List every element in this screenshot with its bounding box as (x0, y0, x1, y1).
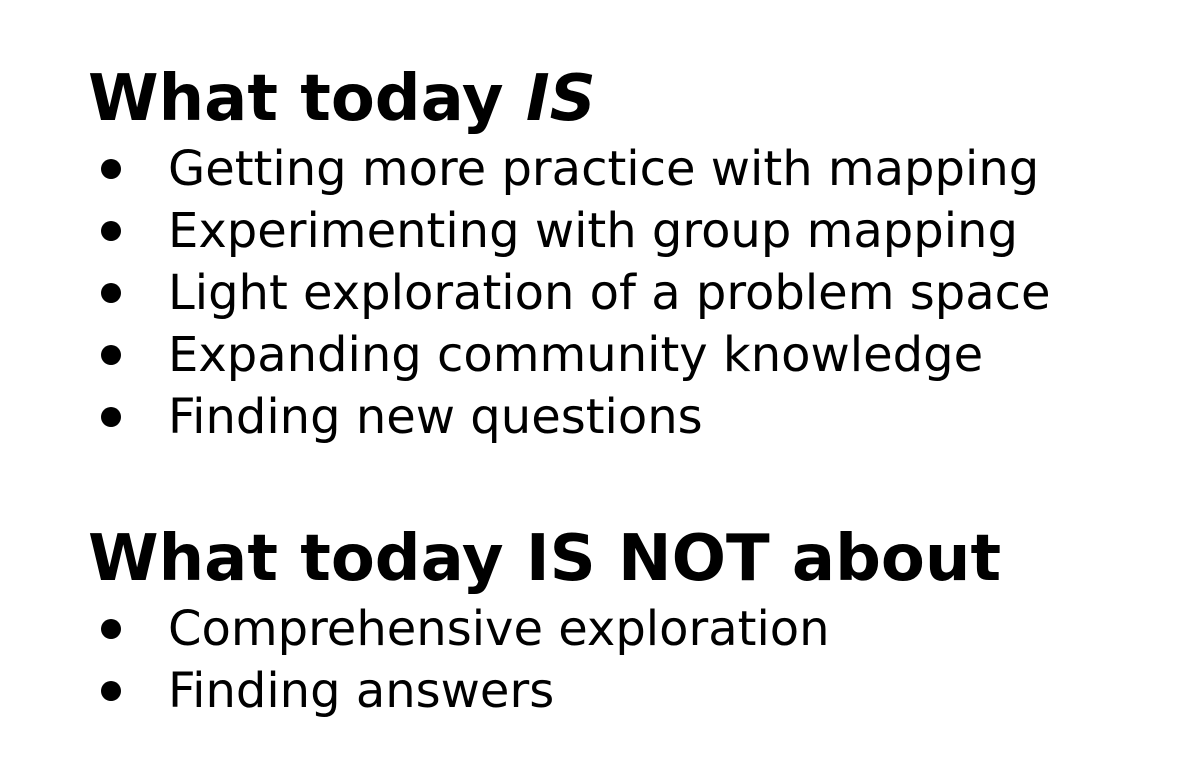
is-not-bullet-list: Comprehensive exploration Finding answer… (88, 598, 1001, 722)
list-item-text: Getting more practice with mapping (168, 141, 1040, 197)
bullet-icon (101, 681, 121, 701)
list-item: Experimenting with group mapping (88, 200, 1051, 262)
list-item-text: Expanding community knowledge (168, 327, 984, 383)
list-item-text: Experimenting with group mapping (168, 203, 1018, 259)
bullet-icon (101, 345, 121, 365)
heading-what-today-is: What today IS (88, 60, 1051, 138)
bullet-icon (101, 159, 121, 179)
section-what-today-is-not: What today IS NOT about Comprehensive ex… (88, 520, 1001, 722)
bullet-icon (101, 407, 121, 427)
is-bullet-list: Getting more practice with mapping Exper… (88, 138, 1051, 448)
list-item-text: Finding new questions (168, 389, 703, 445)
slide: What today IS Getting more practice with… (0, 0, 1200, 773)
heading-what-today-is-not: What today IS NOT about (88, 522, 1002, 596)
list-item: Finding new questions (88, 386, 1051, 448)
list-item: Finding answers (88, 660, 1001, 722)
heading-emphasis: IS (525, 62, 596, 136)
list-item-text: Light exploration of a problem space (168, 265, 1051, 321)
list-item-text: Finding answers (168, 663, 555, 719)
list-item-text: Comprehensive exploration (168, 601, 830, 657)
list-item: Getting more practice with mapping (88, 138, 1051, 200)
bullet-icon (101, 221, 121, 241)
list-item: Expanding community knowledge (88, 324, 1051, 386)
section-what-today-is: What today IS Getting more practice with… (88, 60, 1051, 448)
heading-prefix: What today (88, 62, 526, 136)
bullet-icon (101, 619, 121, 639)
list-item: Comprehensive exploration (88, 598, 1001, 660)
list-item: Light exploration of a problem space (88, 262, 1051, 324)
bullet-icon (101, 283, 121, 303)
